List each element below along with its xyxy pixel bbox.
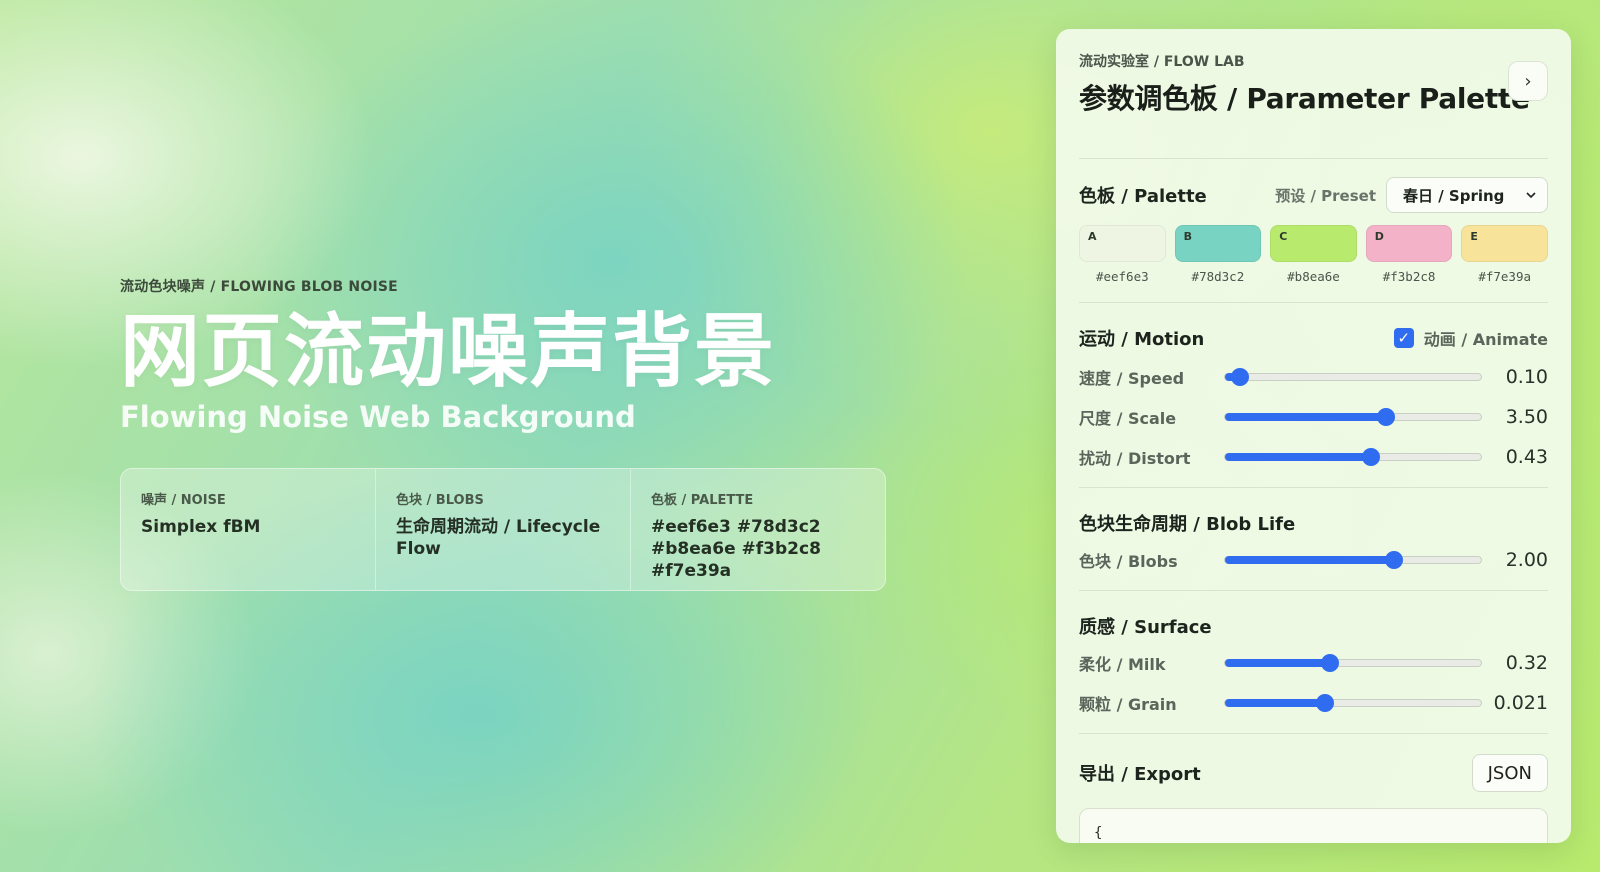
scale-slider[interactable] bbox=[1224, 408, 1482, 426]
slider-thumb[interactable] bbox=[1384, 551, 1403, 569]
info-value: #eef6e3 #78d3c2 #b8ea6e #f3b2c8 #f7e39a bbox=[651, 517, 821, 582]
slider-value: 0.43 bbox=[1505, 446, 1548, 468]
preset-label: 预设 / Preset bbox=[1275, 186, 1376, 205]
swatch-hex: #eef6e3 bbox=[1095, 269, 1149, 284]
hero-title-en: Flowing Noise Web Background bbox=[120, 400, 636, 434]
preset-select[interactable]: 春日 / Spring bbox=[1386, 177, 1548, 213]
surface-section: 质感 / Surface 柔化 / Milk 0.32 颗粒 / Grain 0… bbox=[1079, 591, 1548, 734]
slider-label: 颗粒 / Grain bbox=[1079, 695, 1177, 714]
slider-grain: 颗粒 / Grain 0.021 bbox=[1079, 683, 1548, 723]
hero-title-zh: 网页流动噪声背景 bbox=[120, 305, 776, 398]
slider-label: 色块 / Blobs bbox=[1079, 552, 1178, 571]
motion-title: 运动 / Motion bbox=[1079, 329, 1205, 350]
swatch-letter: D bbox=[1374, 230, 1384, 243]
slider-label: 尺度 / Scale bbox=[1079, 409, 1177, 428]
slider-value: 0.021 bbox=[1493, 692, 1548, 714]
swatch-list: A #eef6e3 B #78d3c2 C #b8ea6e D #f3b2c8 … bbox=[1079, 225, 1548, 284]
json-export-button[interactable]: JSON bbox=[1471, 754, 1548, 792]
info-strip: 噪声 / NOISE Simplex fBM 色块 / BLOBS 生命周期流动… bbox=[120, 468, 886, 591]
grain-slider[interactable] bbox=[1224, 694, 1482, 712]
surface-title: 质感 / Surface bbox=[1079, 617, 1212, 638]
blob-life-title: 色块生命周期 / Blob Life bbox=[1079, 514, 1296, 535]
slider-label: 柔化 / Milk bbox=[1079, 655, 1166, 674]
slider-thumb[interactable] bbox=[1377, 408, 1396, 426]
distort-slider[interactable] bbox=[1224, 448, 1482, 466]
info-value: Simplex fBM bbox=[141, 517, 261, 537]
hero-eyebrow: 流动色块噪声 / FLOWING BLOB NOISE bbox=[120, 279, 398, 295]
swatch-hex: #f7e39a bbox=[1478, 269, 1532, 284]
swatch-hex: #b8ea6e bbox=[1287, 269, 1340, 284]
slider-value: 2.00 bbox=[1505, 549, 1548, 571]
preset-value: 春日 / Spring bbox=[1403, 186, 1505, 205]
swatch-color[interactable]: A bbox=[1079, 225, 1166, 262]
panel-header: 流动实验室 / FLOW LAB 参数调色板 / Parameter Palet… bbox=[1079, 51, 1548, 159]
slider-speed: 速度 / Speed 0.10 bbox=[1079, 357, 1548, 397]
swatch-letter: E bbox=[1470, 230, 1478, 243]
slider-value: 0.10 bbox=[1505, 366, 1548, 388]
slider-thumb[interactable] bbox=[1231, 368, 1250, 386]
swatch-letter: A bbox=[1088, 230, 1097, 243]
slider-thumb[interactable] bbox=[1361, 448, 1380, 466]
swatch-hex: #f3b2c8 bbox=[1382, 269, 1436, 284]
swatch-a[interactable]: A #eef6e3 bbox=[1079, 225, 1166, 284]
swatch-e[interactable]: E #f7e39a bbox=[1461, 225, 1548, 284]
chevron-right-icon: › bbox=[1524, 70, 1532, 92]
blob-life-section: 色块生命周期 / Blob Life 色块 / Blobs 2.00 bbox=[1079, 488, 1548, 591]
swatch-letter: B bbox=[1183, 230, 1192, 243]
swatch-c[interactable]: C #b8ea6e bbox=[1270, 225, 1357, 284]
milk-slider[interactable] bbox=[1224, 654, 1482, 672]
export-title: 导出 / Export bbox=[1079, 764, 1201, 785]
panel-title: 参数调色板 / Parameter Palette bbox=[1079, 82, 1530, 115]
info-label: 色板 / PALETTE bbox=[651, 493, 754, 508]
info-label: 色块 / BLOBS bbox=[396, 493, 484, 508]
parameter-panel: 流动实验室 / FLOW LAB 参数调色板 / Parameter Palet… bbox=[1056, 29, 1571, 843]
slider-thumb[interactable] bbox=[1320, 654, 1339, 672]
slider-fill bbox=[1225, 556, 1394, 564]
swatch-letter: C bbox=[1279, 230, 1288, 243]
slider-fill bbox=[1225, 699, 1325, 707]
info-value: 生命周期流动 / Lifecycle Flow bbox=[396, 517, 601, 560]
info-label: 噪声 / NOISE bbox=[141, 493, 226, 508]
slider-fill bbox=[1225, 413, 1387, 421]
collapse-panel-button[interactable]: › bbox=[1508, 61, 1548, 101]
swatch-color[interactable]: C bbox=[1270, 225, 1357, 262]
swatch-b[interactable]: B #78d3c2 bbox=[1174, 225, 1262, 284]
animate-label: 动画 / Animate bbox=[1423, 330, 1548, 349]
slider-value: 3.50 bbox=[1505, 406, 1548, 428]
slider-label: 速度 / Speed bbox=[1079, 369, 1185, 388]
swatch-d[interactable]: D #f3b2c8 bbox=[1365, 225, 1453, 284]
export-code[interactable]: { "palette": [ bbox=[1079, 808, 1548, 843]
slider-blobs: 色块 / Blobs 2.00 bbox=[1079, 540, 1548, 580]
animate-toggle[interactable]: ✓ 动画 / Animate bbox=[1393, 326, 1548, 350]
panel-eyebrow: 流动实验室 / FLOW LAB bbox=[1079, 54, 1245, 70]
slider-value: 0.32 bbox=[1505, 652, 1548, 674]
info-cell-noise: 噪声 / NOISE Simplex fBM bbox=[121, 469, 376, 590]
swatch-color[interactable]: B bbox=[1174, 225, 1262, 262]
check-icon[interactable]: ✓ bbox=[1393, 328, 1414, 348]
slider-scale: 尺度 / Scale 3.50 bbox=[1079, 397, 1548, 437]
slider-distort: 扰动 / Distort 0.43 bbox=[1079, 437, 1548, 477]
slider-label: 扰动 / Distort bbox=[1079, 449, 1191, 468]
swatch-hex: #78d3c2 bbox=[1191, 269, 1245, 284]
chevron-down-icon bbox=[1526, 192, 1536, 199]
export-section: 导出 / Export JSON { "palette": [ bbox=[1079, 734, 1548, 843]
swatch-color[interactable]: E bbox=[1461, 225, 1548, 262]
swatch-color[interactable]: D bbox=[1365, 225, 1453, 262]
info-cell-palette: 色板 / PALETTE #eef6e3 #78d3c2 #b8ea6e #f3… bbox=[631, 469, 885, 590]
slider-fill bbox=[1225, 453, 1371, 461]
palette-section: 色板 / Palette 预设 / Preset 春日 / Spring A #… bbox=[1079, 159, 1548, 303]
motion-section: 运动 / Motion ✓ 动画 / Animate 速度 / Speed 0.… bbox=[1079, 303, 1548, 488]
slider-thumb[interactable] bbox=[1315, 694, 1334, 712]
info-cell-blobs: 色块 / BLOBS 生命周期流动 / Lifecycle Flow bbox=[376, 469, 631, 590]
speed-slider[interactable] bbox=[1224, 368, 1482, 386]
blobs-slider[interactable] bbox=[1224, 551, 1482, 569]
hero: 流动色块噪声 / FLOWING BLOB NOISE 网页流动噪声背景 Flo… bbox=[120, 276, 880, 434]
palette-title: 色板 / Palette bbox=[1079, 186, 1207, 207]
slider-fill bbox=[1225, 659, 1330, 667]
slider-milk: 柔化 / Milk 0.32 bbox=[1079, 643, 1548, 683]
